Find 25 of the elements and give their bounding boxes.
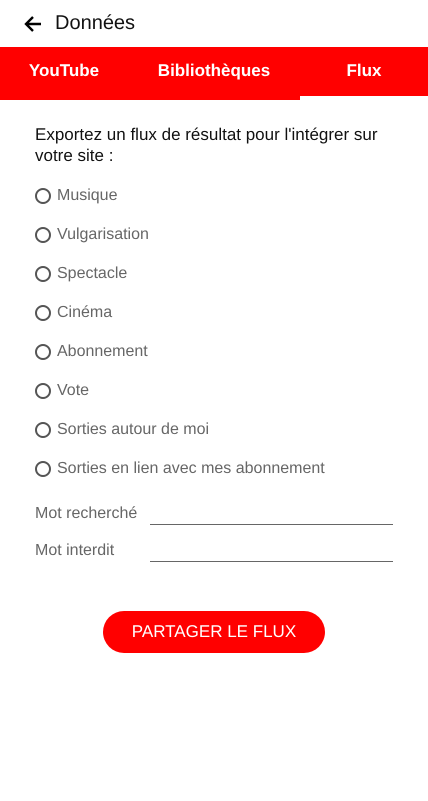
radio-label: Spectacle — [57, 264, 128, 282]
radio-button[interactable] — [35, 344, 51, 360]
intro-text: Exportez un flux de résultat pour l'intégrer sur votre site : — [35, 124, 378, 166]
radio-button[interactable] — [35, 382, 51, 398]
tab[interactable]: Bibliothèques — [128, 47, 300, 100]
field-label: Mot interdit — [35, 542, 116, 561]
radio-button[interactable] — [35, 460, 51, 476]
radio-label: Cinéma — [57, 304, 112, 322]
tab[interactable]: Flux — [300, 47, 428, 100]
radio-label: Musique — [57, 186, 118, 204]
field-label: Mot recherché — [35, 505, 138, 524]
share-button[interactable]: PARTAGER LE FLUX — [103, 611, 325, 653]
radio-label: Abonnement — [57, 342, 148, 360]
radio-label: Vote — [57, 382, 90, 400]
radio-label: Sorties en lien avec mes abonnement — [57, 460, 325, 478]
radio-button[interactable] — [35, 226, 51, 242]
radio-label: Vulgarisation — [57, 226, 149, 244]
radio-button[interactable] — [35, 188, 51, 204]
radio-button[interactable] — [35, 422, 51, 438]
back-arrow-icon[interactable] — [23, 14, 43, 34]
page-title: Données — [55, 12, 136, 35]
tab[interactable]: YouTube — [0, 47, 128, 100]
radio-button[interactable] — [35, 266, 51, 282]
radio-label: Sorties autour de moi — [57, 420, 210, 438]
radio-button[interactable] — [35, 304, 51, 320]
